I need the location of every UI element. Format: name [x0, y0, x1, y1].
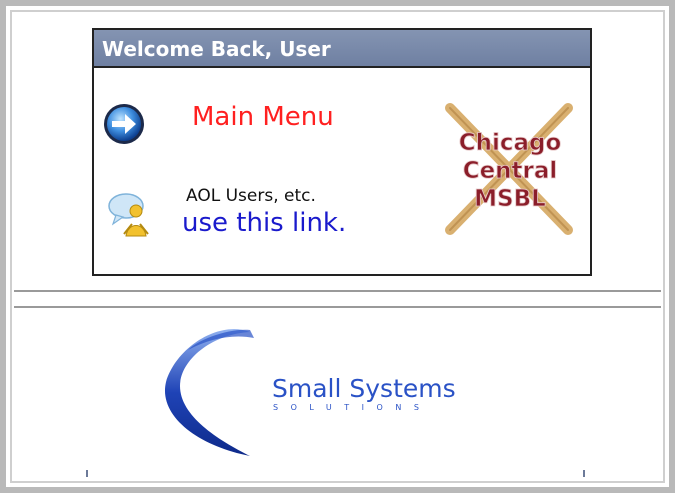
divider-top [14, 290, 661, 292]
brand-name: Small Systems [272, 374, 456, 403]
chat-user-icon[interactable] [106, 188, 154, 246]
aol-use-this-link[interactable]: use this link. [182, 208, 346, 238]
main-menu-link[interactable]: Main Menu [192, 102, 334, 132]
arrow-right-circle-icon[interactable] [102, 102, 146, 150]
aol-users-label: AOL Users, etc. [186, 186, 316, 206]
chicago-central-msbl-logo: Chicago Central MSBL [440, 100, 580, 244]
welcome-header: Welcome Back, User [94, 30, 590, 68]
small-systems-swoosh-icon [158, 320, 268, 464]
logo-line-3: MSBL [474, 186, 546, 212]
bottom-tick-right [583, 470, 585, 477]
logo-line-1: Chicago [459, 130, 562, 156]
brand-tagline: SOLUTIONS [273, 403, 432, 412]
bottom-tick-left [86, 470, 88, 477]
divider-bottom [14, 306, 661, 308]
logo-line-2: Central [463, 158, 558, 184]
